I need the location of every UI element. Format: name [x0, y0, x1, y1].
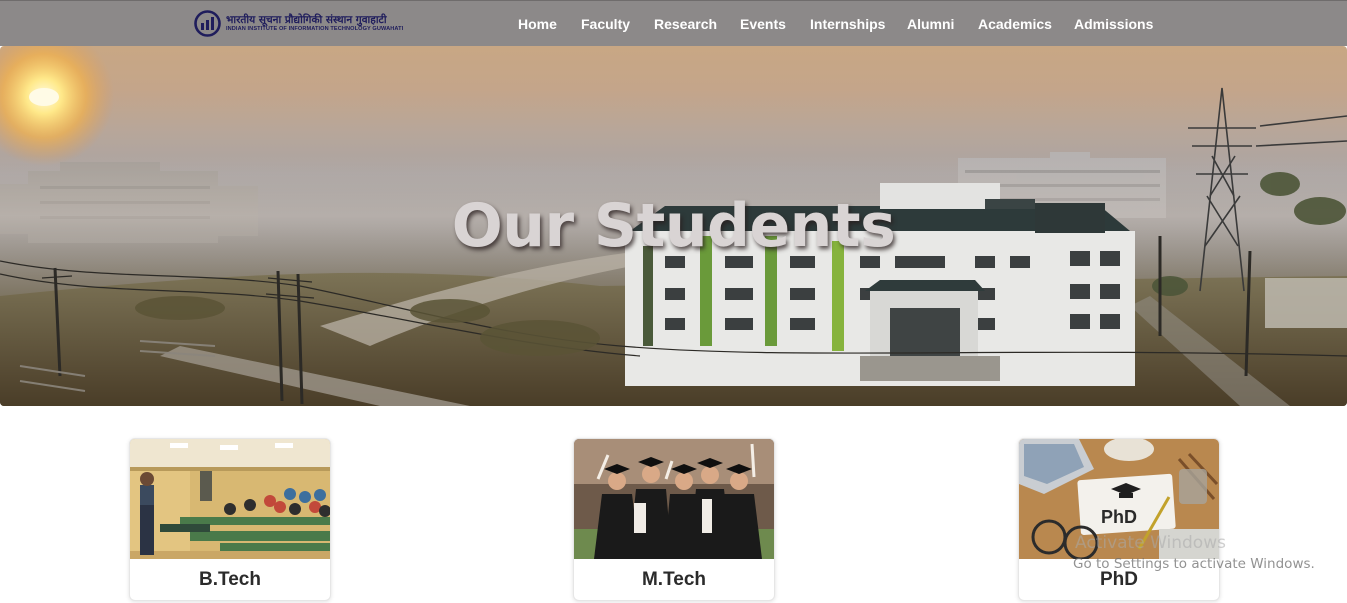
logo-hindi-text: भारतीय सूचना प्रौद्योगिकी संस्थान गुवाहा…: [226, 13, 387, 26]
nav-internships[interactable]: Internships: [810, 15, 885, 33]
program-title-btech: B.Tech: [199, 569, 261, 590]
graduates-celebrating-photo: [574, 439, 774, 559]
institute-logo[interactable]: भारतीय सूचना प्रौद्योगिकी संस्थान गुवाहा…: [194, 9, 403, 37]
top-navbar: भारतीय सूचना प्रौद्योगिकी संस्थान गुवाहा…: [0, 0, 1347, 46]
logo-text: भारतीय सूचना प्रौद्योगिकी संस्थान गुवाहा…: [226, 14, 403, 33]
nav-academics[interactable]: Academics: [978, 15, 1052, 33]
program-title-mtech: M.Tech: [641, 569, 707, 590]
nav-research[interactable]: Research: [654, 15, 717, 33]
nav-admissions[interactable]: Admissions: [1074, 15, 1153, 33]
nav-events[interactable]: Events: [740, 15, 786, 33]
nav-home[interactable]: Home: [518, 15, 557, 33]
nav-faculty[interactable]: Faculty: [581, 15, 630, 33]
program-card-mtech[interactable]: M.Tech: [573, 438, 775, 601]
nav-alumni[interactable]: Alumni: [907, 15, 954, 33]
svg-text:PhD: PhD: [1101, 507, 1137, 527]
program-title-phd: PhD: [1100, 569, 1138, 590]
phd-desk-photo: PhD: [1019, 439, 1219, 559]
program-card-phd[interactable]: PhD PhD: [1018, 438, 1220, 601]
program-card-btech[interactable]: B.Tech: [129, 438, 331, 601]
hero-title: Our Students: [451, 191, 896, 261]
hero-banner: Our Students: [0, 46, 1347, 406]
iiitg-logo-icon: [194, 9, 221, 37]
logo-english-text: INDIAN INSTITUTE OF INFORMATION TECHNOLO…: [226, 25, 404, 32]
classroom-lecture-photo: [130, 439, 330, 559]
